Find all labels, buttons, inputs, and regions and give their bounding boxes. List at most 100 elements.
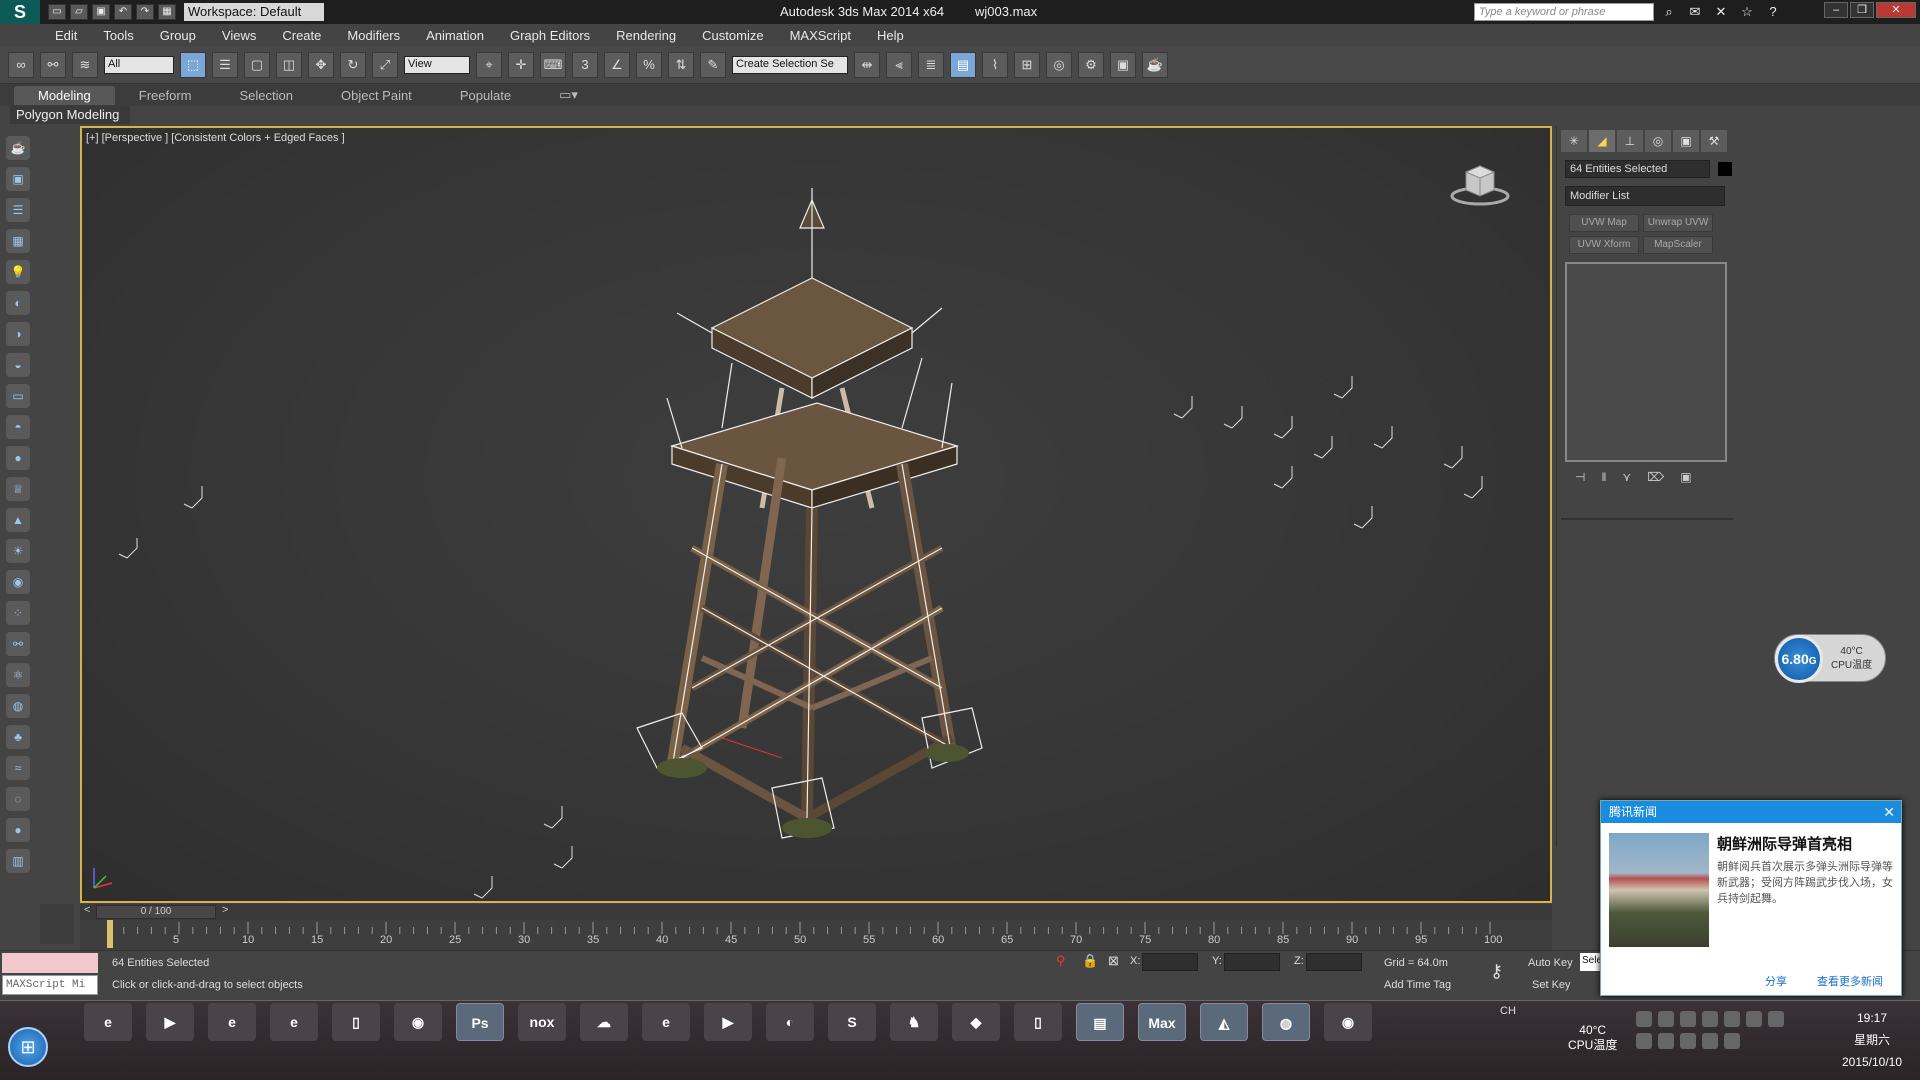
reference-coordinate-dropdown[interactable]: View (404, 55, 470, 74)
key-icon[interactable]: ⚷ (1490, 961, 1503, 982)
taskbar-app[interactable]: ▶ (146, 1003, 194, 1041)
close-icon[interactable]: ✕ (1883, 801, 1895, 823)
save-icon[interactable]: ▣ (92, 4, 110, 20)
menu-group[interactable]: Group (160, 28, 196, 43)
render-setup-icon[interactable]: ⚙ (1078, 51, 1104, 78)
time-slider-track[interactable]: < 0 / 100 > (80, 904, 1552, 920)
tab-selection[interactable]: Selection (216, 86, 317, 105)
menu-rendering[interactable]: Rendering (616, 28, 676, 43)
menu-tools[interactable]: Tools (103, 28, 133, 43)
tab-freeform[interactable]: Freeform (115, 86, 216, 105)
absolute-mode-icon[interactable]: ⊠ (1108, 953, 1119, 969)
taskbar-app[interactable]: e (84, 1003, 132, 1041)
rendered-frame-window-icon[interactable]: ▣ (1110, 51, 1136, 78)
news-popup[interactable]: 腾讯新闻 ✕ 朝鲜洲际导弹首亮相 朝鲜阅兵首次展示多弹头洲际导弹等新武器；受阅方… (1600, 800, 1902, 996)
taskbar-app[interactable]: Max (1138, 1003, 1186, 1041)
render-production-icon[interactable]: ☕ (1142, 51, 1168, 78)
plant-icon[interactable]: ♣ (6, 725, 30, 749)
tab-object-paint[interactable]: Object Paint (317, 86, 436, 105)
tray-icon[interactable] (1636, 1011, 1652, 1027)
object-name-field[interactable]: 64 Entities Selected (1565, 160, 1710, 178)
set-key-button[interactable]: Set Key (1532, 979, 1571, 991)
angle-snap-icon[interactable]: ∠ (604, 51, 630, 78)
tab-populate[interactable]: Populate (436, 86, 535, 105)
news-more-link[interactable]: 查看更多新闻 (1817, 973, 1883, 989)
taskbar-app[interactable]: Ps (456, 1003, 504, 1041)
prev-frame-icon[interactable]: < (84, 904, 90, 916)
material-editor-icon[interactable]: ◎ (1046, 51, 1072, 78)
watchtower-model[interactable] (82, 128, 1552, 903)
add-time-tag[interactable]: Add Time Tag (1384, 979, 1451, 991)
keyboard-shortcut-override-icon[interactable]: ⌨ (540, 51, 566, 78)
remove-modifier-icon[interactable]: ⌦ (1647, 470, 1664, 484)
track-bar[interactable]: 5 10 15 20 25 30 35 40 45 50 55 60 65 70 75 80 85 90 95 100 (80, 920, 1552, 950)
tray-icon[interactable] (1702, 1033, 1718, 1049)
display-tab-icon[interactable]: ▣ (1673, 130, 1699, 152)
spinner-snap-icon[interactable]: ⇅ (668, 51, 694, 78)
edit-named-selection-icon[interactable]: ✎ (700, 51, 726, 78)
cone-icon[interactable]: ▲ (6, 508, 30, 532)
next-frame-icon[interactable]: > (222, 904, 228, 916)
taskbar-app[interactable]: ◭ (1200, 1003, 1248, 1041)
current-frame-marker[interactable] (107, 920, 113, 948)
news-share-link[interactable]: 分享 (1765, 973, 1787, 989)
hair-icon[interactable]: ≈ (6, 756, 30, 780)
dome-icon[interactable]: ◓ (6, 415, 30, 439)
close-button[interactable]: ✕ (1876, 2, 1916, 18)
perspective-viewport[interactable]: [+] [Perspective ] [Consistent Colors + … (80, 126, 1552, 903)
grid-icon[interactable]: ▦ (6, 229, 30, 253)
x-coordinate-field[interactable] (1142, 953, 1198, 971)
motion-tab-icon[interactable]: ◎ (1645, 130, 1671, 152)
curve-editor-icon[interactable]: ⌇ (982, 51, 1008, 78)
hierarchy-tab-icon[interactable]: ⊥ (1617, 130, 1643, 152)
scale-icon[interactable]: ⤢ (372, 51, 398, 78)
menu-customize[interactable]: Customize (702, 28, 763, 43)
binoculars-icon[interactable]: ⌕ (1660, 3, 1678, 21)
open-file-icon[interactable]: ▱ (70, 4, 88, 20)
taskbar-app[interactable]: ◆ (952, 1003, 1000, 1041)
snaps-toggle-icon[interactable]: 3 (572, 51, 598, 78)
building-icon[interactable]: ▥ (6, 849, 30, 873)
render-icon[interactable]: ▣ (6, 167, 30, 191)
bind-space-warp-icon[interactable]: ≋ (72, 51, 98, 78)
object-color-swatch[interactable] (1717, 161, 1732, 176)
tray-icon[interactable] (1702, 1011, 1718, 1027)
tray-icon[interactable] (1658, 1011, 1674, 1027)
search-input[interactable]: Type a keyword or phrase (1474, 3, 1654, 21)
auto-key-button[interactable]: Auto Key (1528, 957, 1573, 969)
taskbar-app[interactable]: ▤ (1076, 1003, 1124, 1041)
shell-icon[interactable]: ◌ (6, 787, 30, 811)
percent-snap-icon[interactable]: % (636, 51, 662, 78)
rotate-icon[interactable]: ↻ (340, 51, 366, 78)
box-icon[interactable]: ▭ (6, 384, 30, 408)
taskbar-app[interactable]: ☁ (580, 1003, 628, 1041)
sphere-icon[interactable]: ● (6, 446, 30, 470)
make-unique-icon[interactable]: ⋎ (1622, 470, 1631, 484)
uvw-xform-button[interactable]: UVW Xform (1569, 236, 1639, 254)
tray-icon[interactable] (1724, 1033, 1740, 1049)
film-icon[interactable]: ◒ (6, 353, 30, 377)
start-button[interactable]: ⊞ (8, 1027, 48, 1067)
maxscript-mini-listener[interactable]: MAXScript Mi (2, 975, 98, 995)
taskbar-app[interactable]: nox (518, 1003, 566, 1041)
isolate-icon[interactable]: ⚲ (1056, 953, 1066, 969)
light-bulb-icon[interactable]: 💡 (6, 260, 30, 284)
move-icon[interactable]: ✥ (308, 51, 334, 78)
news-thumbnail[interactable] (1609, 833, 1709, 947)
menu-modifiers[interactable]: Modifiers (347, 28, 400, 43)
taskbar-app[interactable]: ◉ (394, 1003, 442, 1041)
taskbar-app[interactable]: e (270, 1003, 318, 1041)
app-logo-icon[interactable]: S (0, 0, 40, 24)
cpu-monitor-widget[interactable]: 6.80G 40°C CPU温度 (1774, 634, 1886, 683)
language-indicator[interactable]: CH (1500, 1005, 1516, 1017)
selection-filter-dropdown[interactable]: All (104, 55, 174, 74)
bones-icon[interactable]: ⚯ (6, 632, 30, 656)
unwrap-uvw-button[interactable]: Unwrap UVW (1643, 214, 1713, 232)
create-tab-icon[interactable]: ✳ (1561, 130, 1587, 152)
tray-icon[interactable] (1658, 1033, 1674, 1049)
pivot-center-icon[interactable]: ⌖ (476, 51, 502, 78)
select-object-icon[interactable]: ⬚ (180, 51, 206, 78)
show-end-result-icon[interactable]: ǁ (1601, 470, 1606, 484)
workspace-dropdown[interactable]: Workspace: Default (184, 3, 324, 21)
taskbar-app[interactable]: ◉ (1324, 1003, 1372, 1041)
